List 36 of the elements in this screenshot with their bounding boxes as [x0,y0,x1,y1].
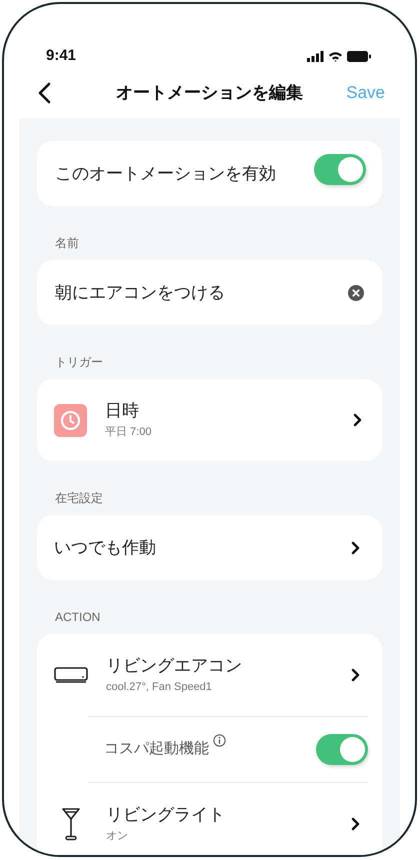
air-conditioner-icon [54,666,88,684]
section-label: 名前 [54,235,80,252]
device-status: オン [106,828,129,844]
device-name: リビングライト [106,804,226,826]
presence-card[interactable]: いつでも作動 [37,515,382,580]
status-time: 9:41 [46,46,76,66]
info-icon[interactable] [213,734,226,748]
trigger-card[interactable]: 日時 平日 7:00 [37,379,382,461]
section-label: トリガー [54,354,104,371]
screen-title: オートメーションを編集 [116,82,303,104]
device-status: cool.27°, Fan Speed1 [106,680,213,695]
trigger-title: 日時 [105,400,140,422]
toggle-label: このオートメーションを有効 [55,162,276,185]
trigger-subtitle: 平日 7:00 [105,424,152,440]
section-label: 在宅設定 [54,490,104,507]
presence-value: いつでも作動 [54,536,156,559]
name-field[interactable]: 朝にエアコンをつける [37,260,382,325]
toggle-switch[interactable] [316,734,368,765]
option-label: コスパ起動機能 [104,739,209,760]
device-row[interactable]: リビングエアコン cool.27°, Fan Speed1 [54,634,368,716]
chevron-icon [353,413,362,427]
signal-icon [307,51,324,62]
wifi-icon [328,51,343,62]
clock-icon [54,404,87,436]
chevron-icon [351,540,360,554]
battery-icon [347,51,371,62]
lamp-icon [61,807,81,841]
device-name: リビングエアコン [106,654,243,677]
chevron-icon [351,817,360,831]
device-row[interactable]: リビングライト オン [54,783,368,855]
section-label: ACTION [54,609,102,626]
toggle-switch[interactable] [314,154,366,185]
chevron-icon [351,668,360,682]
name-value: 朝にエアコンをつける [55,282,225,304]
back-icon [38,82,50,104]
clear-icon[interactable] [348,284,364,300]
